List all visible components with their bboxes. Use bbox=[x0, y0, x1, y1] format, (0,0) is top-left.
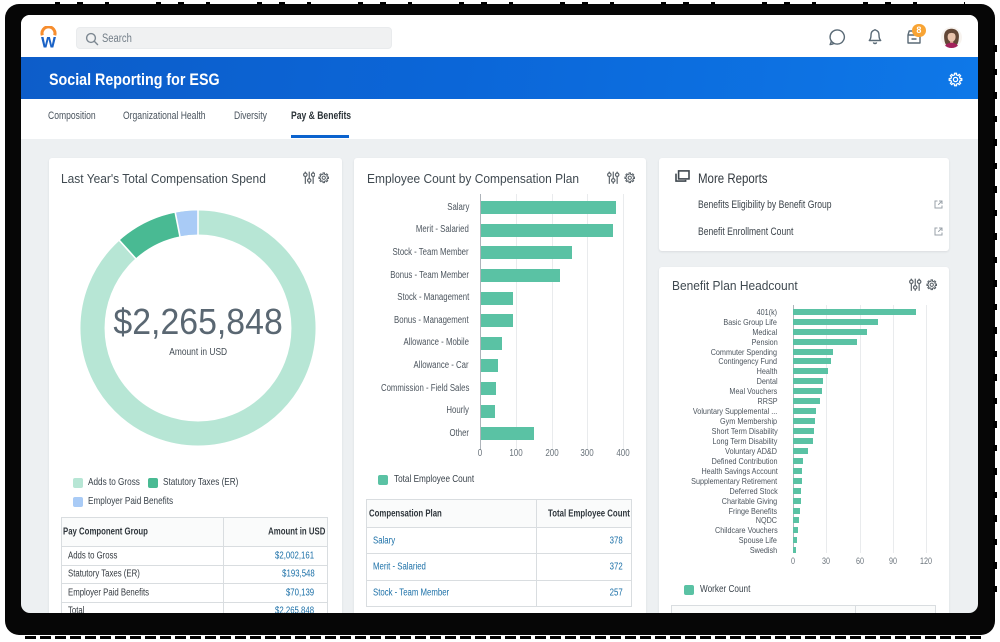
svg-text:w: w bbox=[40, 31, 56, 48]
